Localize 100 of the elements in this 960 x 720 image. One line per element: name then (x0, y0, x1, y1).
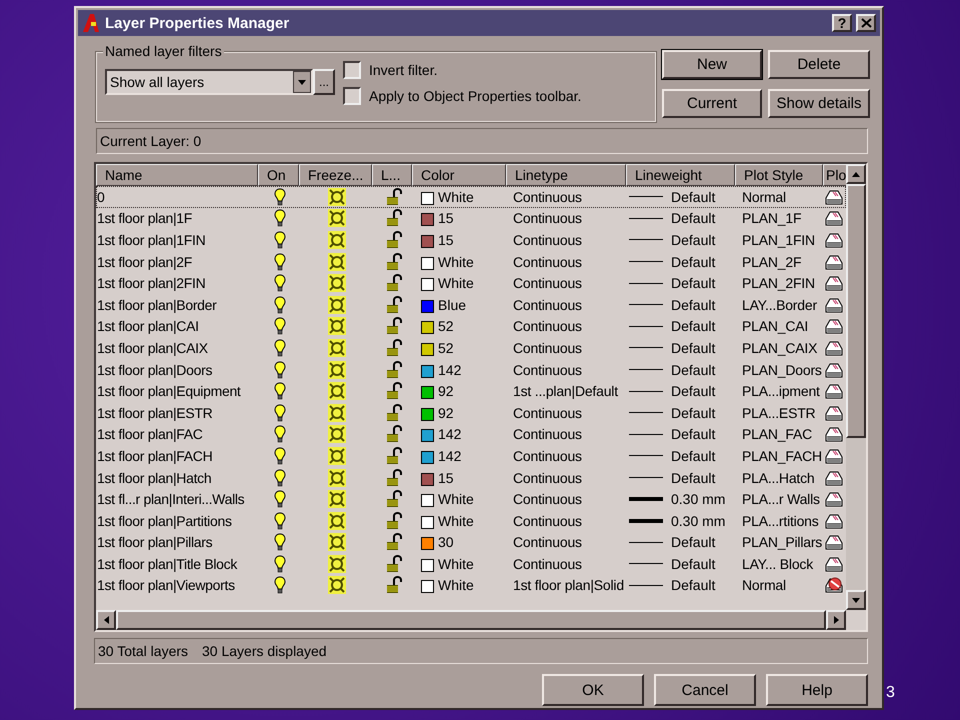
lightbulb-icon[interactable] (274, 252, 286, 271)
lightbulb-icon[interactable] (274, 576, 286, 594)
layer-row[interactable]: 1st floor plan|1F 15 Continuous Default PLAN_1F (96, 208, 846, 230)
sun-icon[interactable] (328, 360, 346, 379)
scroll-down-icon[interactable] (852, 598, 860, 602)
sun-icon[interactable] (328, 468, 346, 487)
printer-icon[interactable] (824, 533, 844, 552)
column-header[interactable]: L... (372, 164, 412, 186)
lightbulb-icon[interactable] (274, 360, 286, 379)
lightbulb-icon[interactable] (274, 317, 286, 336)
printer-icon[interactable] (824, 338, 844, 357)
printer-icon[interactable] (824, 446, 844, 465)
sun-icon[interactable] (328, 512, 346, 530)
vertical-scrollbar[interactable] (846, 164, 866, 610)
layer-row[interactable]: 1st floor plan|CAIX 52 Continuous Default PLAN_CAIX (96, 337, 846, 359)
padlock-icon[interactable] (385, 512, 403, 530)
dialog-button[interactable]: Help (766, 674, 868, 706)
lightbulb-icon[interactable] (274, 512, 286, 530)
layer-row[interactable]: 1st floor plan|Pillars 30 Continuous Default PLAN_Pillars (96, 532, 846, 554)
dialog-button[interactable]: Show details (768, 89, 870, 118)
padlock-icon[interactable] (385, 468, 403, 487)
dialog-button[interactable]: Cancel (654, 674, 756, 706)
sun-icon[interactable] (328, 425, 346, 444)
padlock-icon[interactable] (385, 404, 403, 422)
lightbulb-icon[interactable] (274, 296, 286, 314)
color-swatch[interactable] (421, 364, 434, 378)
column-header[interactable]: Plot Style (735, 164, 823, 186)
printer-icon[interactable] (824, 425, 844, 444)
padlock-icon[interactable] (385, 274, 403, 292)
layer-row[interactable]: 1st floor plan|CAI 52 Continuous Default PLAN_CAI (96, 316, 846, 338)
sun-icon[interactable] (328, 209, 346, 228)
padlock-icon[interactable] (385, 338, 403, 357)
printer-icon[interactable] (824, 512, 844, 530)
sun-icon[interactable] (328, 404, 346, 422)
color-swatch[interactable] (421, 342, 434, 356)
checkbox[interactable] (343, 87, 361, 105)
layer-row[interactable]: 1st floor plan|Hatch 15 Continuous Default PLA...Hatch (96, 466, 846, 488)
padlock-icon[interactable] (385, 382, 403, 400)
color-swatch[interactable] (421, 213, 434, 226)
padlock-icon[interactable] (385, 533, 403, 552)
padlock-icon[interactable] (385, 446, 403, 465)
column-header[interactable]: Linetype (506, 164, 626, 186)
sun-icon[interactable] (328, 533, 346, 552)
printer-icon[interactable] (824, 360, 844, 379)
lightbulb-icon[interactable] (274, 404, 286, 422)
color-swatch[interactable] (421, 450, 434, 464)
printer-icon[interactable] (824, 404, 844, 422)
sun-icon[interactable] (328, 446, 346, 465)
lightbulb-icon[interactable] (274, 490, 286, 508)
color-swatch[interactable] (421, 300, 434, 313)
padlock-icon[interactable] (385, 317, 403, 336)
column-header[interactable]: Color (412, 164, 506, 186)
color-swatch[interactable] (421, 494, 434, 508)
color-swatch[interactable] (421, 234, 434, 248)
layer-row[interactable]: 1st floor plan|ESTR 92 Continuous Default PLA...ESTR (96, 402, 846, 424)
layer-row[interactable]: 1st floor plan|Partitions White Continuous 0.30 mm PLA...rtitions (96, 510, 846, 532)
padlock-icon[interactable] (385, 554, 403, 573)
printer-icon[interactable] (824, 252, 844, 271)
sun-icon[interactable] (328, 490, 346, 508)
printer-icon[interactable] (824, 230, 844, 249)
lightbulb-icon[interactable] (274, 338, 286, 357)
padlock-icon[interactable] (385, 360, 403, 379)
horizontal-scrollbar[interactable] (96, 610, 846, 630)
sun-icon[interactable] (328, 274, 346, 292)
lightbulb-icon[interactable] (274, 468, 286, 487)
layer-row[interactable]: 1st floor plan|Doors 142 Continuous Default PLAN_Doors (96, 358, 846, 380)
printer-icon[interactable] (824, 490, 844, 508)
layer-row[interactable]: 1st floor plan|Title Block White Continuous Default LAY... Block (96, 553, 846, 575)
lightbulb-icon[interactable] (274, 274, 286, 292)
printer-icon[interactable] (824, 554, 844, 573)
padlock-icon[interactable] (385, 252, 403, 271)
lightbulb-icon[interactable] (274, 533, 286, 552)
padlock-icon[interactable] (385, 576, 403, 594)
sun-icon[interactable] (328, 230, 346, 249)
layer-row[interactable]: 1st floor plan|FACH 142 Continuous Default PLAN_FACH (96, 445, 846, 467)
printer-icon[interactable] (824, 274, 844, 292)
sun-icon[interactable] (328, 188, 346, 206)
dialog-button[interactable]: Delete (768, 50, 870, 79)
color-swatch[interactable] (421, 192, 434, 205)
printer-icon[interactable] (824, 296, 844, 314)
sun-icon[interactable] (328, 317, 346, 336)
padlock-icon[interactable] (385, 188, 403, 206)
no-plot-printer-icon[interactable] (824, 576, 844, 594)
padlock-icon[interactable] (385, 209, 403, 228)
padlock-icon[interactable] (385, 425, 403, 444)
padlock-icon[interactable] (385, 490, 403, 508)
scroll-up-icon[interactable] (852, 172, 860, 176)
color-swatch[interactable] (421, 580, 434, 594)
lightbulb-icon[interactable] (274, 425, 286, 444)
color-swatch[interactable] (421, 386, 434, 400)
layer-row[interactable]: 0 White Continuous Default Normal (96, 186, 846, 208)
dialog-button[interactable]: New (662, 50, 762, 79)
column-header[interactable]: Lineweight (626, 164, 735, 186)
color-swatch[interactable] (421, 256, 434, 270)
column-header[interactable]: Freeze... (299, 164, 372, 186)
lightbulb-icon[interactable] (274, 188, 286, 206)
sun-icon[interactable] (328, 554, 346, 573)
color-swatch[interactable] (421, 321, 434, 334)
color-swatch[interactable] (421, 558, 434, 572)
browse-button[interactable]: ... (313, 69, 335, 95)
